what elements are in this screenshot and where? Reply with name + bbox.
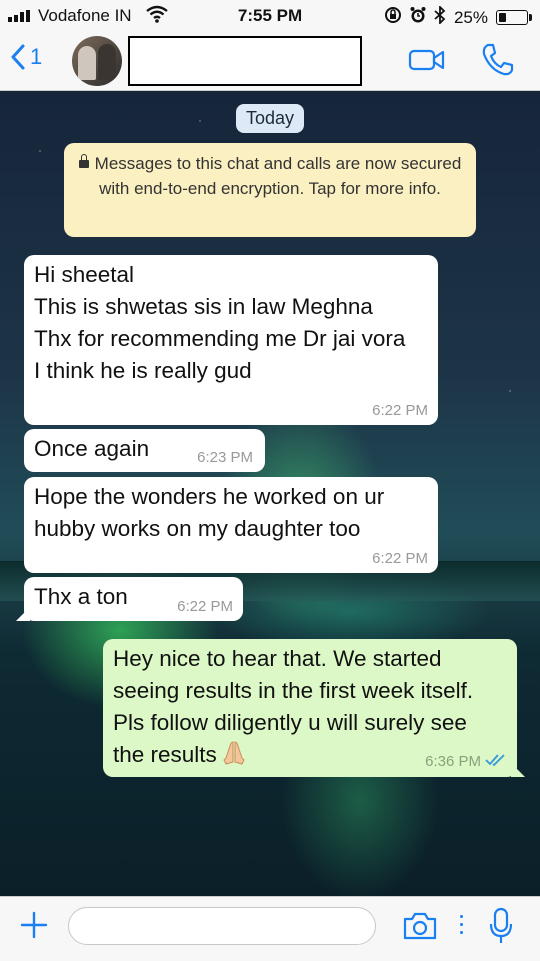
video-call-icon[interactable] bbox=[408, 47, 446, 78]
unread-count: 1 bbox=[30, 44, 43, 69]
camera-icon[interactable] bbox=[402, 911, 438, 946]
encryption-notice[interactable]: Messages to this chat and calls are now … bbox=[64, 143, 476, 237]
praying-hands-icon bbox=[221, 740, 247, 775]
voice-call-icon[interactable] bbox=[480, 42, 514, 83]
contact-avatar[interactable] bbox=[72, 36, 122, 86]
message-bubble-incoming[interactable]: Thx a ton 6:22 PM bbox=[16, 577, 243, 621]
microphone-icon[interactable] bbox=[488, 907, 514, 950]
status-bar: Vodafone IN 7:55 PM 25% bbox=[0, 0, 540, 32]
message-bubble-incoming[interactable]: Hope the wonders he worked on ur hubby w… bbox=[24, 477, 438, 573]
date-separator: Today bbox=[0, 104, 540, 133]
contact-name[interactable] bbox=[128, 36, 362, 86]
message-time: 6:22 PM bbox=[372, 402, 428, 419]
message-bubble-outgoing[interactable]: Hey nice to hear that. We started seeing… bbox=[103, 639, 525, 777]
chat-area[interactable]: Today Messages to this chat and calls ar… bbox=[0, 91, 540, 896]
message-time: 6:22 PM bbox=[372, 550, 428, 567]
battery-icon bbox=[496, 10, 532, 25]
message-input[interactable] bbox=[68, 907, 376, 945]
alarm-icon bbox=[410, 6, 426, 29]
message-time: 6:36 PM bbox=[425, 752, 481, 770]
date-pill: Today bbox=[235, 104, 305, 133]
lock-icon bbox=[78, 154, 89, 168]
message-time: 6:22 PM bbox=[177, 598, 233, 615]
message-time-wrap: 6:36 PM bbox=[425, 753, 507, 771]
attach-plus-icon[interactable] bbox=[20, 911, 48, 944]
message-bubble-incoming[interactable]: Hi sheetal This is shwetas sis in law Me… bbox=[24, 255, 438, 425]
message-text: Hope the wonders he worked on ur hubby w… bbox=[34, 484, 385, 541]
back-button[interactable]: 1 bbox=[10, 44, 42, 70]
message-text: Hi sheetal This is shwetas sis in law Me… bbox=[34, 262, 406, 383]
read-receipt-icon bbox=[485, 753, 507, 771]
message-bubble-incoming[interactable]: Once again 6:23 PM bbox=[24, 429, 265, 472]
chevron-left-icon bbox=[11, 44, 25, 70]
message-time: 6:23 PM bbox=[197, 449, 253, 466]
chat-header: 1 bbox=[0, 32, 540, 91]
compose-bar bbox=[0, 896, 540, 961]
encryption-notice-text: Messages to this chat and calls are now … bbox=[94, 154, 462, 198]
battery-percent: 25% bbox=[453, 7, 488, 27]
more-options-icon[interactable] bbox=[460, 915, 463, 934]
bluetooth-icon bbox=[434, 4, 446, 29]
orientation-lock-icon bbox=[384, 6, 402, 29]
